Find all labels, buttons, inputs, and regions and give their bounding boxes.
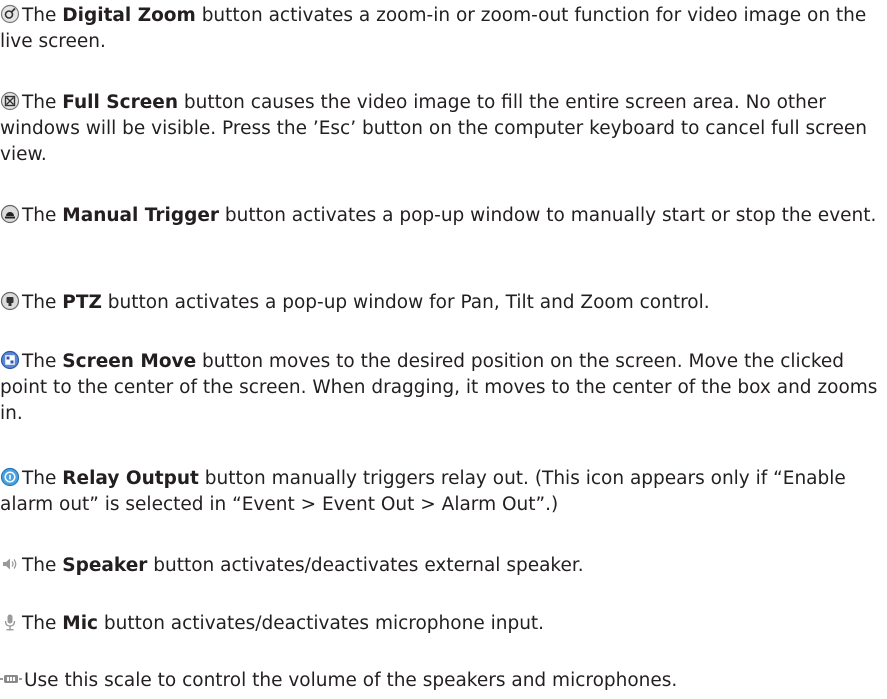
ptz-desc: button activates a pop-up window for Pan…	[101, 292, 710, 313]
digital-zoom-pre: The	[22, 5, 63, 26]
manual-trigger-paragraph: The Manual Trigger button activates a po…	[0, 203, 884, 229]
relay-output-paragraph: The Relay Output button manually trigger…	[0, 466, 884, 518]
speaker-term: Speaker	[62, 555, 148, 576]
manual-trigger-desc: button activates a pop-up window to manu…	[219, 205, 877, 226]
full-screen-pre: The	[22, 92, 63, 113]
speaker-desc: button activates/deactivates external sp…	[147, 555, 584, 576]
digital-zoom-icon	[0, 4, 20, 24]
ptz-pre: The	[22, 292, 63, 313]
screen-move-icon	[0, 350, 20, 370]
screen-move-paragraph: The Screen Move button moves to the desi…	[0, 349, 884, 427]
ptz-icon	[0, 291, 20, 311]
document-page: The Digital Zoom button activates a zoom…	[0, 0, 887, 699]
full-screen-icon	[0, 91, 20, 111]
ptz-paragraph: The PTZ button activates a pop-up window…	[0, 290, 884, 316]
manual-trigger-term: Manual Trigger	[62, 205, 220, 226]
relay-output-icon	[0, 467, 20, 487]
ptz-term: PTZ	[62, 292, 102, 313]
manual-trigger-icon	[0, 204, 20, 224]
relay-output-term: Relay Output	[62, 468, 199, 489]
relay-output-pre: The	[22, 468, 63, 489]
mic-term: Mic	[62, 613, 99, 634]
full-screen-paragraph: The Full Screen button causes the video …	[0, 90, 884, 168]
volume-scale-icon	[0, 669, 22, 689]
digital-zoom-paragraph: The Digital Zoom button activates a zoom…	[0, 3, 884, 55]
screen-move-term: Screen Move	[62, 351, 197, 372]
mic-pre: The	[22, 613, 63, 634]
volume-scale-paragraph: Use this scale to control the volume of …	[0, 668, 884, 694]
mic-icon	[0, 612, 20, 632]
speaker-icon	[0, 554, 20, 574]
mic-desc: button activates/deactivates microphone …	[98, 613, 545, 634]
speaker-paragraph: The Speaker button activates/deactivates…	[0, 553, 884, 579]
volume-scale-desc: Use this scale to control the volume of …	[24, 670, 678, 691]
digital-zoom-term: Digital Zoom	[62, 5, 196, 26]
manual-trigger-pre: The	[22, 205, 63, 226]
speaker-pre: The	[22, 555, 63, 576]
mic-paragraph: The Mic button activates/deactivates mic…	[0, 611, 884, 637]
full-screen-term: Full Screen	[62, 92, 178, 113]
screen-move-pre: The	[22, 351, 63, 372]
